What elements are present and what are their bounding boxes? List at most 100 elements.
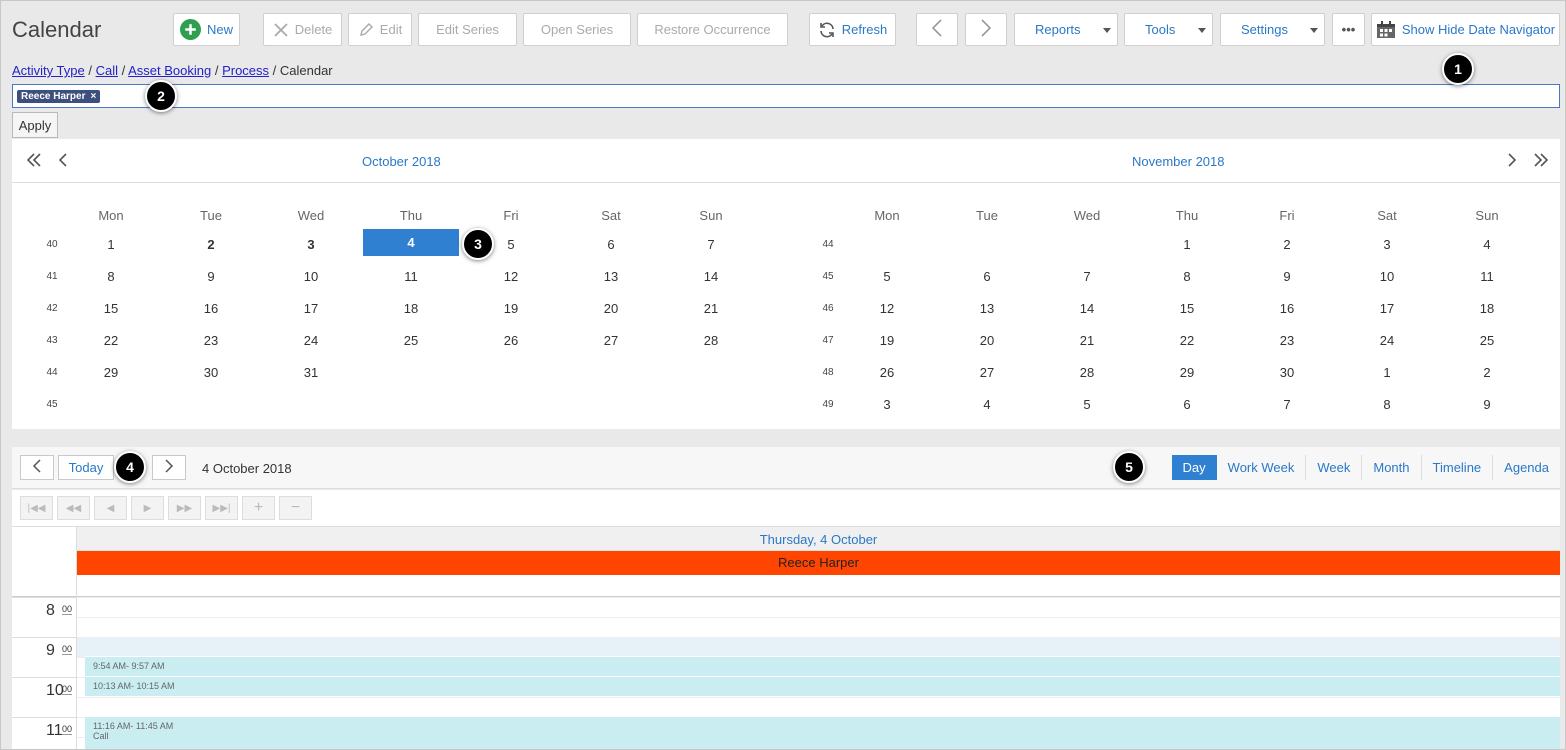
breadcrumb-activity-type[interactable]: Activity Type [12, 63, 85, 78]
day-cell[interactable]: 16 [1257, 301, 1317, 316]
zoom-in-icon[interactable]: + [242, 496, 275, 520]
week-number[interactable]: 40 [42, 239, 62, 250]
day-cell[interactable]: 31 [281, 365, 341, 380]
day-cell[interactable]: 30 [1257, 365, 1317, 380]
day-cell[interactable]: 9 [1257, 269, 1317, 284]
day-cell[interactable]: 8 [1357, 397, 1417, 412]
new-button[interactable]: New [173, 13, 240, 46]
time-slot[interactable] [77, 617, 1560, 637]
day-cell[interactable]: 8 [81, 269, 141, 284]
week-number[interactable]: 43 [42, 335, 62, 346]
day-cell[interactable]: 29 [81, 365, 141, 380]
week-number[interactable]: 46 [818, 303, 838, 314]
scheduler-next-button[interactable] [152, 455, 186, 480]
view-month[interactable]: Month [1361, 455, 1420, 480]
day-cell[interactable]: 3 [1357, 237, 1417, 252]
breadcrumb-call[interactable]: Call [96, 63, 118, 78]
day-header[interactable]: Thursday, 4 October [77, 527, 1560, 551]
day-cell[interactable]: 27 [581, 333, 641, 348]
more-button[interactable]: ••• [1332, 13, 1365, 46]
day-cell[interactable]: 3 [281, 237, 341, 252]
day-cell[interactable]: 14 [1057, 301, 1117, 316]
fast-back-icon[interactable]: ◀◀ [57, 496, 90, 520]
apply-button[interactable]: Apply [12, 112, 58, 138]
day-cell[interactable]: 1 [1157, 237, 1217, 252]
chevron-right-icon[interactable] [1506, 150, 1518, 176]
time-slot[interactable] [77, 637, 1560, 657]
day-cell[interactable]: 2 [1457, 365, 1517, 380]
week-number[interactable]: 45 [818, 271, 838, 282]
week-number[interactable]: 49 [818, 399, 838, 410]
day-cell[interactable]: 3 [857, 397, 917, 412]
double-chevron-left-icon[interactable] [25, 150, 43, 176]
delete-button[interactable]: Delete [263, 13, 342, 46]
day-cell[interactable]: 25 [1457, 333, 1517, 348]
restore-occurrence-button[interactable]: Restore Occurrence [637, 13, 788, 46]
week-number[interactable]: 45 [42, 399, 62, 410]
day-cell[interactable]: 26 [481, 333, 541, 348]
day-cell[interactable]: 28 [1057, 365, 1117, 380]
day-cell[interactable]: 22 [1157, 333, 1217, 348]
forward-icon[interactable]: ▶ [131, 496, 164, 520]
day-cell[interactable]: 15 [81, 301, 141, 316]
day-cell[interactable]: 1 [81, 237, 141, 252]
day-cell[interactable]: 25 [381, 333, 441, 348]
day-cell[interactable]: 21 [681, 301, 741, 316]
day-cell[interactable]: 6 [1157, 397, 1217, 412]
day-cell[interactable]: 13 [957, 301, 1017, 316]
back-icon[interactable]: ◀ [94, 496, 127, 520]
week-number[interactable]: 48 [818, 367, 838, 378]
day-cell[interactable]: 16 [181, 301, 241, 316]
day-cell[interactable]: 10 [1357, 269, 1417, 284]
today-button[interactable]: Today [58, 455, 114, 480]
breadcrumb-process[interactable]: Process [222, 63, 269, 78]
day-cell[interactable]: 27 [957, 365, 1017, 380]
zoom-out-icon[interactable]: − [279, 496, 312, 520]
view-day[interactable]: Day [1171, 455, 1217, 480]
show-hide-date-navigator-button[interactable]: Show Hide Date Navigator [1371, 13, 1560, 46]
day-cell[interactable]: 20 [581, 301, 641, 316]
day-cell[interactable]: 5 [1057, 397, 1117, 412]
next-button[interactable] [965, 13, 1007, 46]
view-agenda[interactable]: Agenda [1492, 455, 1560, 480]
scheduler-prev-button[interactable] [20, 455, 54, 480]
reports-dropdown[interactable]: Reports [1014, 13, 1118, 46]
week-number[interactable]: 44 [42, 367, 62, 378]
day-cell[interactable]: 4 [957, 397, 1017, 412]
day-cell[interactable]: 30 [181, 365, 241, 380]
day-cell[interactable]: 24 [1357, 333, 1417, 348]
day-cell[interactable]: 6 [957, 269, 1017, 284]
last-icon[interactable]: ▶▶| [205, 496, 238, 520]
day-cell[interactable]: 2 [1257, 237, 1317, 252]
time-slot[interactable] [77, 597, 1560, 617]
week-number[interactable]: 47 [818, 335, 838, 346]
all-day-row[interactable] [12, 575, 1560, 597]
edit-button[interactable]: Edit [348, 13, 412, 46]
day-cell[interactable]: 12 [481, 269, 541, 284]
settings-dropdown[interactable]: Settings [1220, 13, 1325, 46]
first-icon[interactable]: |◀◀ [20, 496, 53, 520]
breadcrumb-asset-booking[interactable]: Asset Booking [128, 63, 211, 78]
day-cell[interactable]: 19 [857, 333, 917, 348]
day-cell[interactable]: 1 [1357, 365, 1417, 380]
view-timeline[interactable]: Timeline [1420, 455, 1493, 480]
open-series-button[interactable]: Open Series [523, 13, 631, 46]
view-week[interactable]: Week [1305, 455, 1361, 480]
day-cell[interactable]: 7 [1257, 397, 1317, 412]
day-cell[interactable]: 28 [681, 333, 741, 348]
day-cell[interactable]: 11 [381, 269, 441, 284]
day-cell[interactable]: 20 [957, 333, 1017, 348]
week-number[interactable]: 41 [42, 271, 62, 282]
day-cell[interactable]: 23 [1257, 333, 1317, 348]
day-cell[interactable]: 22 [81, 333, 141, 348]
resource-filter-input[interactable]: Reece Harper × [12, 84, 1560, 108]
remove-chip-icon[interactable]: × [90, 90, 96, 103]
day-cell[interactable]: 14 [681, 269, 741, 284]
day-cell[interactable]: 10 [281, 269, 341, 284]
day-cell[interactable]: 13 [581, 269, 641, 284]
chevron-left-icon[interactable] [57, 150, 69, 176]
day-cell[interactable]: 7 [1057, 269, 1117, 284]
day-cell[interactable]: 21 [1057, 333, 1117, 348]
refresh-button[interactable]: Refresh [809, 13, 896, 46]
day-cell[interactable]: 29 [1157, 365, 1217, 380]
